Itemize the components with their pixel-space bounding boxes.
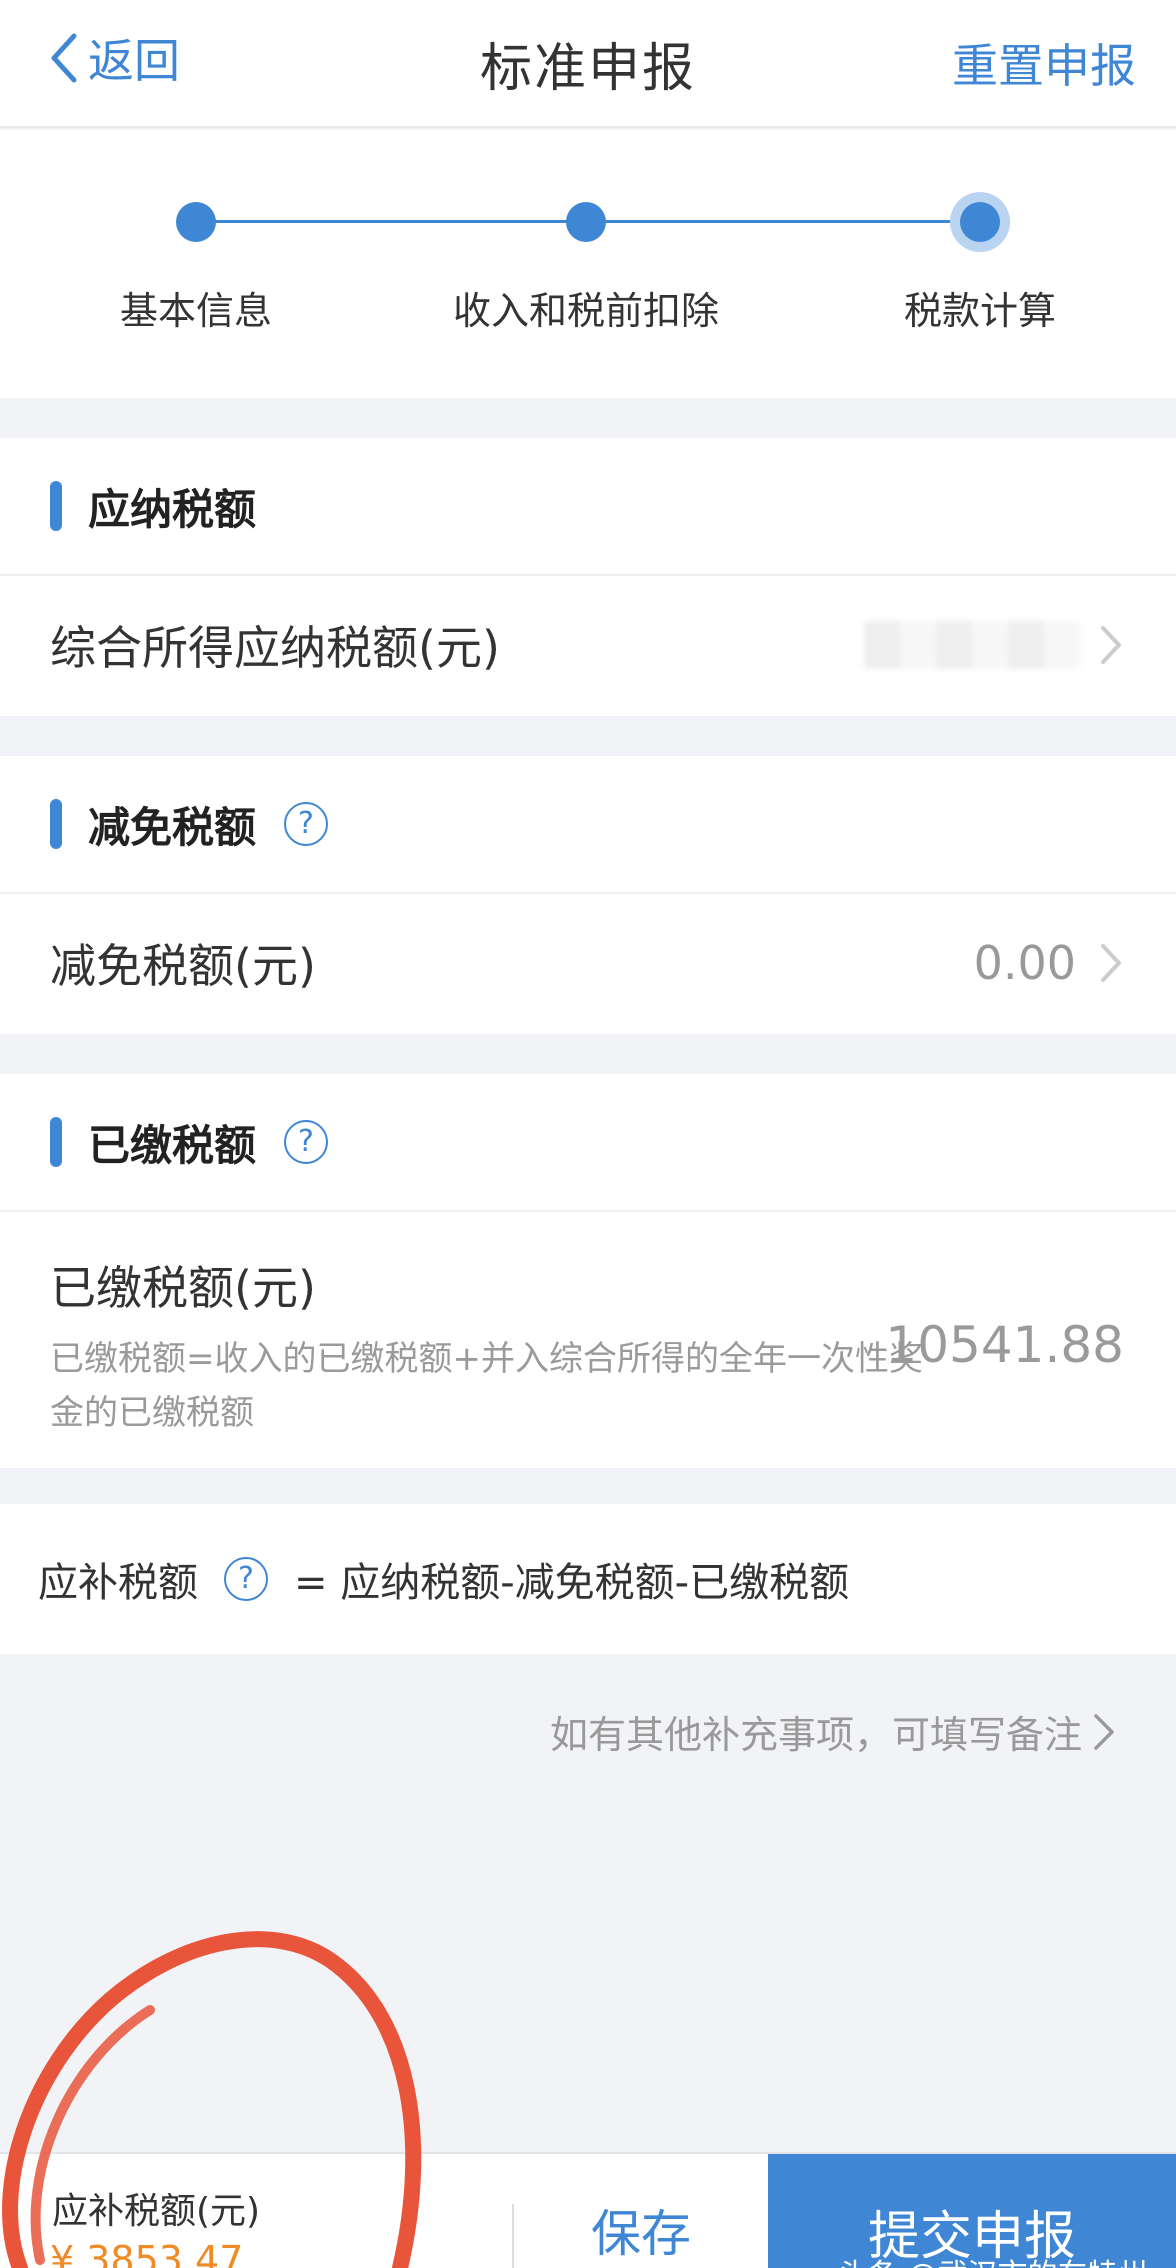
step-label-tax-calc: 税款计算 [903,289,1057,333]
step-dot-basic-info [176,202,216,242]
paid-tax-row: 已缴税额(元) 已缴税额=收入的已缴税额+并入综合所得的全年一次性奖金的已缴税额… [0,1212,1176,1468]
watermark: 头条 @武汉市的车特州 [838,2250,1148,2268]
help-icon[interactable]: ? [284,1120,329,1164]
section-header: 应纳税额 [0,438,1176,576]
step-label-basic-info: 基本信息 [119,289,273,333]
payable-tax-row[interactable]: 综合所得应纳税额(元) [0,576,1176,714]
tax-reduction-row[interactable]: 减免税额(元) 0.00 [0,894,1176,1032]
tax-reduction-section: 减免税额 ? 减免税额(元) 0.00 [0,756,1176,1034]
annotation-circle [2,1931,422,2268]
due-tax-formula: 应补税额 ? = 应纳税额-减免税额-已缴税额 [0,1504,1176,1654]
section-marker [50,481,62,531]
remark-link-label: 如有其他补充事项，可填写备注 [549,1713,1082,1757]
row-label: 已缴税额(元) [50,1261,316,1315]
payable-tax-section: 应纳税额 综合所得应纳税额(元) [0,438,1176,716]
section-title: 减免税额 [88,802,257,852]
section-marker [50,799,62,849]
progress-steps: 基本信息 收入和税前扣除 税款计算 [0,130,1176,398]
help-icon[interactable]: ? [224,1557,268,1601]
section-title: 应纳税额 [88,484,257,534]
section-header: 减免税额 ? [0,756,1176,894]
row-note: 已缴税额=收入的已缴税额+并入综合所得的全年一次性奖金的已缴税额 [50,1339,923,1433]
section-marker [50,1117,62,1167]
formula-label: 应补税额 [38,1560,198,1606]
add-remark-link[interactable]: 如有其他补充事项，可填写备注 [550,1704,1116,1759]
reset-declaration-button[interactable]: 重置申报 [952,30,1136,96]
chevron-right-icon [1101,626,1121,664]
nav-bar: 返回 标准申报 重置申报 [0,0,1176,128]
section-header: 已缴税额 ? [0,1074,1176,1212]
row-label: 综合所得应纳税额(元) [50,621,500,675]
save-button[interactable]: 保存 [514,2154,768,2268]
help-icon[interactable]: ? [284,802,329,846]
paid-tax-section: 已缴税额 ? 已缴税额(元) 已缴税额=收入的已缴税额+并入综合所得的全年一次性… [0,1074,1176,1468]
row-value: 10541.88 [885,1316,1124,1374]
chevron-right-icon [1101,944,1121,982]
step-label-income: 收入和税前扣除 [452,289,720,333]
section-title: 已缴税额 [88,1120,257,1170]
formula-expression: = 应纳税额-减免税额-已缴税额 [294,1560,850,1606]
row-label: 减免税额(元) [50,939,316,993]
chevron-right-icon [1094,1713,1114,1750]
step-dot-income [566,202,606,242]
row-value: 0.00 [973,936,1076,990]
step-dot-tax-calc [960,202,1000,242]
redacted-value [864,621,1080,669]
